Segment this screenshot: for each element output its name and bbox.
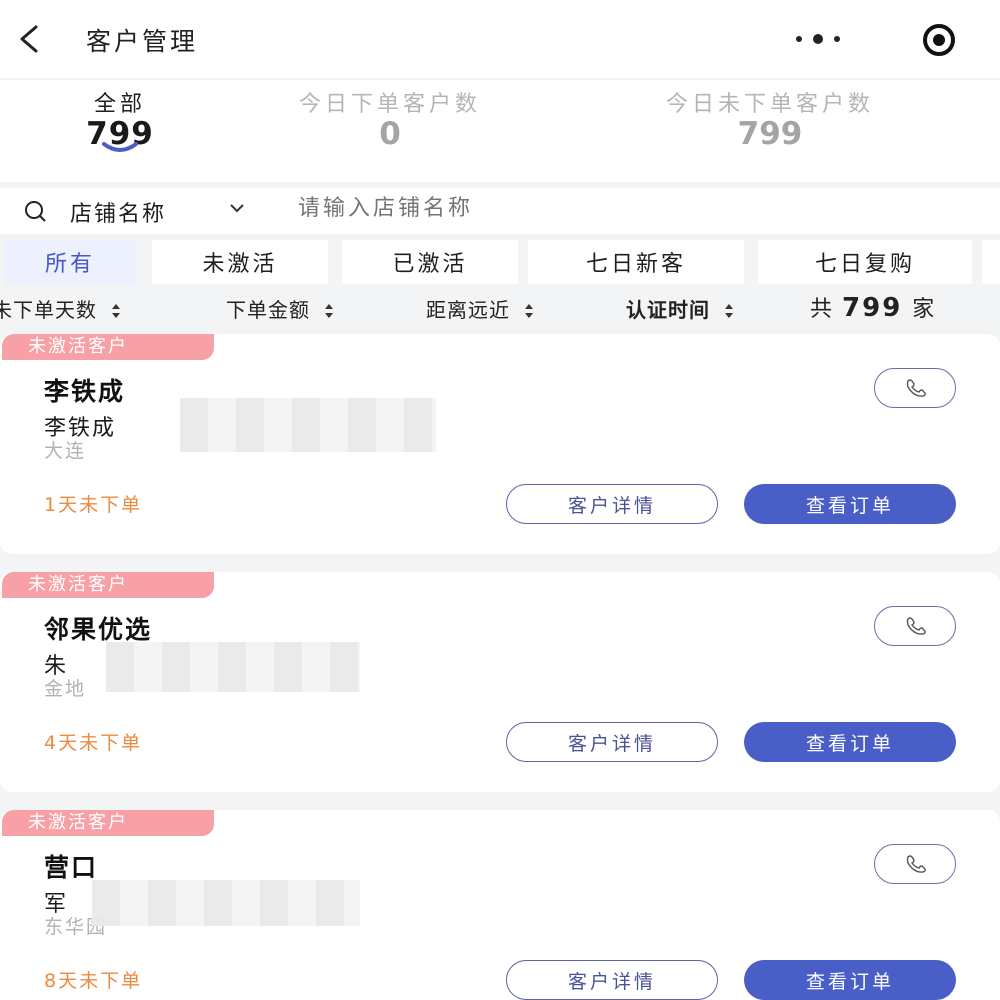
sort-distance[interactable]: 距离远近	[426, 294, 534, 323]
stat-ordered-today-label: 今日下单客户数	[298, 92, 481, 117]
total-count: 共 799 家	[810, 291, 934, 323]
total-prefix: 共	[810, 297, 833, 322]
customer-card[interactable]: 未激活客户 邻果优选 朱 金地 4天未下单 客户详情 查看订单	[0, 572, 1000, 792]
stat-not-ordered-today-value: 799	[737, 116, 803, 152]
chevron-down-icon[interactable]	[228, 202, 246, 214]
tab-all[interactable]: 所有	[4, 240, 136, 284]
phone-icon	[906, 379, 926, 397]
phone-icon	[906, 855, 926, 873]
stats-panel: 全部 799 今日下单客户数 0 今日未下单客户数 799	[0, 80, 1000, 182]
customer-detail-button[interactable]: 客户详情	[506, 484, 718, 524]
search-icon	[25, 201, 46, 222]
back-arrow-icon[interactable]	[14, 22, 44, 56]
sort-order-amount[interactable]: 下单金额	[226, 294, 334, 323]
call-button[interactable]	[874, 606, 956, 646]
redacted-info	[180, 398, 436, 452]
call-button[interactable]	[874, 844, 956, 884]
stat-ordered-today-value: 0	[379, 116, 401, 152]
sort-arrows-icon	[525, 304, 533, 318]
sort-arrows-icon	[725, 304, 733, 318]
filter-tabs: 所有 未激活 已激活 七日新客 七日复购	[0, 240, 1000, 284]
view-orders-button[interactable]: 查看订单	[744, 960, 956, 1000]
days-without-order: 4天未下单	[44, 732, 143, 754]
sort-certified-label: 认证时间	[626, 298, 710, 322]
sort-days-without-order[interactable]: 未下单天数	[0, 294, 121, 323]
phone-icon	[906, 617, 926, 635]
tab-new-7days[interactable]: 七日新客	[528, 240, 744, 284]
days-without-order: 1天未下单	[44, 494, 143, 516]
sort-bar: 未下单天数 下单金额 距离远近 认证时间 共 799 家	[0, 288, 1000, 326]
stat-ordered-today[interactable]: 今日下单客户数 0	[250, 86, 530, 152]
view-orders-button[interactable]: 查看订单	[744, 484, 956, 524]
call-button[interactable]	[874, 368, 956, 408]
page-title: 客户管理	[86, 27, 199, 56]
total-number: 799	[842, 293, 903, 323]
status-badge: 未激活客户	[2, 810, 214, 836]
sort-days-label: 未下单天数	[0, 298, 97, 322]
status-badge: 未激活客户	[2, 334, 214, 360]
view-orders-button[interactable]: 查看订单	[744, 722, 956, 762]
status-badge: 未激活客户	[2, 572, 214, 598]
sort-certified-time[interactable]: 认证时间	[626, 294, 734, 323]
customer-detail-button[interactable]: 客户详情	[506, 722, 718, 762]
customer-card[interactable]: 未激活客户 营口 军 东华园 8天未下单 客户详情 查看订单	[0, 810, 1000, 1000]
stat-all-label: 全部	[93, 92, 146, 117]
nav-bar: 客户管理	[0, 0, 1000, 78]
sort-distance-label: 距离远近	[426, 298, 510, 322]
tab-inactive[interactable]: 未激活	[152, 240, 328, 284]
sort-amount-label: 下单金额	[226, 298, 310, 322]
search-bar: 店铺名称	[0, 188, 1000, 234]
tab-overflow	[982, 240, 1000, 284]
customer-address: 金地	[44, 678, 87, 700]
tab-repurchase-7days[interactable]: 七日复购	[758, 240, 972, 284]
redacted-info	[92, 880, 360, 926]
customer-name: 李铁成	[44, 377, 126, 406]
search-field-selector[interactable]: 店铺名称	[70, 196, 166, 228]
redacted-info	[106, 642, 360, 692]
customer-address: 大连	[44, 440, 87, 462]
customer-detail-button[interactable]: 客户详情	[506, 960, 718, 1000]
close-miniprogram-icon[interactable]	[914, 22, 964, 58]
more-icon[interactable]	[790, 30, 846, 48]
stat-not-ordered-today-label: 今日未下单客户数	[665, 92, 874, 117]
customer-name: 营口	[44, 853, 99, 882]
sort-arrows-icon	[112, 304, 120, 318]
customer-name: 邻果优选	[44, 615, 153, 644]
days-without-order: 8天未下单	[44, 970, 143, 992]
customer-card[interactable]: 未激活客户 李铁成 李铁成 大连 1天未下单 客户详情 查看订单	[0, 334, 1000, 554]
total-suffix: 家	[912, 297, 935, 322]
stat-not-ordered-today[interactable]: 今日未下单客户数 799	[610, 86, 930, 152]
search-input[interactable]	[298, 196, 898, 221]
active-indicator	[102, 142, 138, 152]
sort-arrows-icon	[325, 304, 333, 318]
tab-active[interactable]: 已激活	[342, 240, 518, 284]
